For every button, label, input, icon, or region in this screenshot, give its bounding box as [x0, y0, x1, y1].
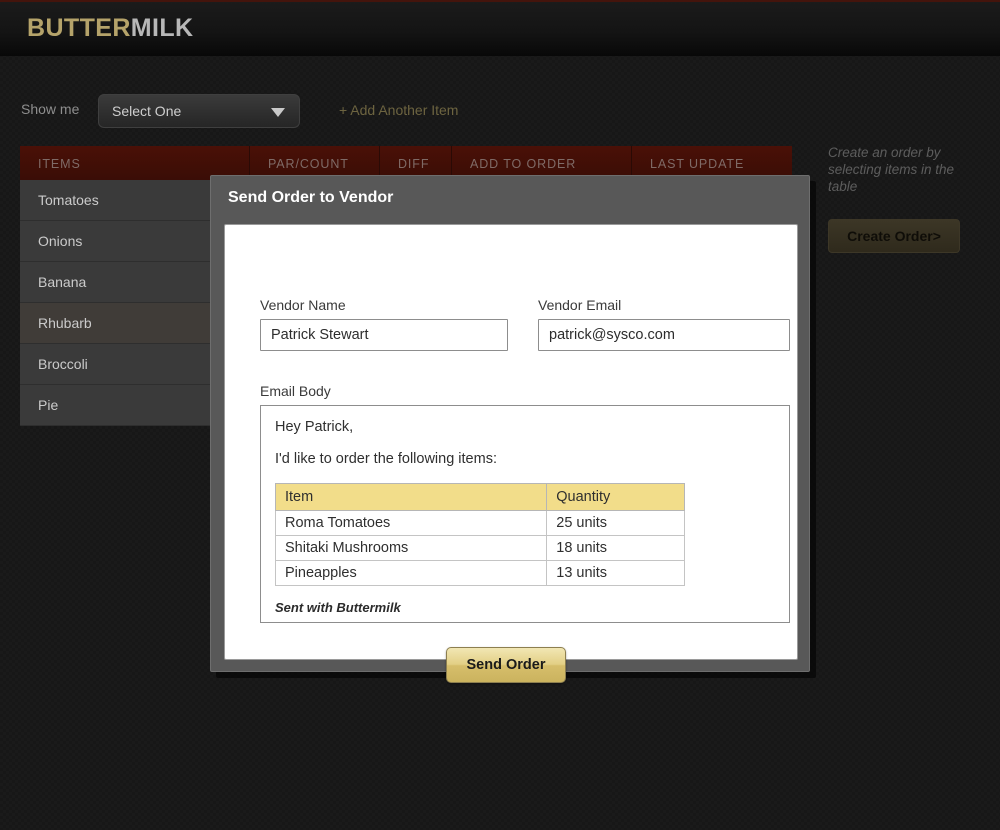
chevron-down-icon — [271, 108, 285, 117]
email-body-editor[interactable]: Hey Patrick, I'd like to order the follo… — [260, 405, 790, 623]
email-table-row: Shitaki Mushrooms 18 units — [274, 535, 685, 561]
email-footer-signature: Sent with Buttermilk — [275, 600, 401, 615]
app-header: BUTTERMILK — [0, 2, 1000, 56]
email-column-header-quantity: Quantity — [546, 483, 685, 511]
show-me-select[interactable]: Select One — [98, 94, 300, 128]
email-cell-quantity: 25 units — [546, 510, 685, 536]
logo-text-primary: BUTTER — [27, 14, 131, 42]
vendor-name-label: Vendor Name — [260, 297, 346, 313]
show-me-label: Show me — [21, 101, 80, 117]
email-cell-quantity: 13 units — [546, 560, 685, 586]
email-order-table: Item Quantity Roma Tomatoes 25 units Shi… — [274, 483, 685, 586]
create-order-button[interactable]: Create Order> — [828, 219, 960, 253]
vendor-email-input[interactable] — [538, 319, 790, 351]
add-another-item-link[interactable]: + Add Another Item — [339, 102, 458, 118]
email-cell-quantity: 18 units — [546, 535, 685, 561]
modal-content-panel: Vendor Name Vendor Email Email Body Hey … — [224, 224, 798, 683]
send-order-modal: Send Order to Vendor Vendor Name Vendor … — [210, 175, 810, 683]
email-body-label: Email Body — [260, 383, 331, 399]
email-table-row: Roma Tomatoes 25 units — [274, 510, 685, 536]
email-intro: I'd like to order the following items: — [275, 451, 497, 467]
app-logo[interactable]: BUTTERMILK — [27, 14, 193, 43]
email-cell-item: Shitaki Mushrooms — [274, 535, 548, 561]
email-table-row: Pineapples 13 units — [274, 560, 685, 586]
vendor-email-label: Vendor Email — [538, 297, 622, 313]
email-cell-item: Pineapples — [274, 560, 548, 586]
show-me-select-value: Select One — [112, 103, 182, 119]
email-table-header-row: Item Quantity — [274, 483, 685, 511]
email-greeting: Hey Patrick, — [275, 419, 354, 435]
sidebar-hint-text: Create an order by selecting items in th… — [828, 145, 955, 194]
logo-text-secondary: MILK — [130, 14, 194, 42]
order-sidebar: Create an order by selecting items in th… — [828, 144, 988, 253]
modal-title: Send Order to Vendor — [228, 189, 394, 206]
filter-bar: Show me Select One + Add Another Item — [0, 94, 1000, 136]
email-cell-item: Roma Tomatoes — [274, 510, 548, 536]
send-order-button[interactable]: Send Order — [446, 647, 566, 683]
email-column-header-item: Item — [274, 483, 548, 511]
vendor-name-input[interactable] — [260, 319, 508, 351]
